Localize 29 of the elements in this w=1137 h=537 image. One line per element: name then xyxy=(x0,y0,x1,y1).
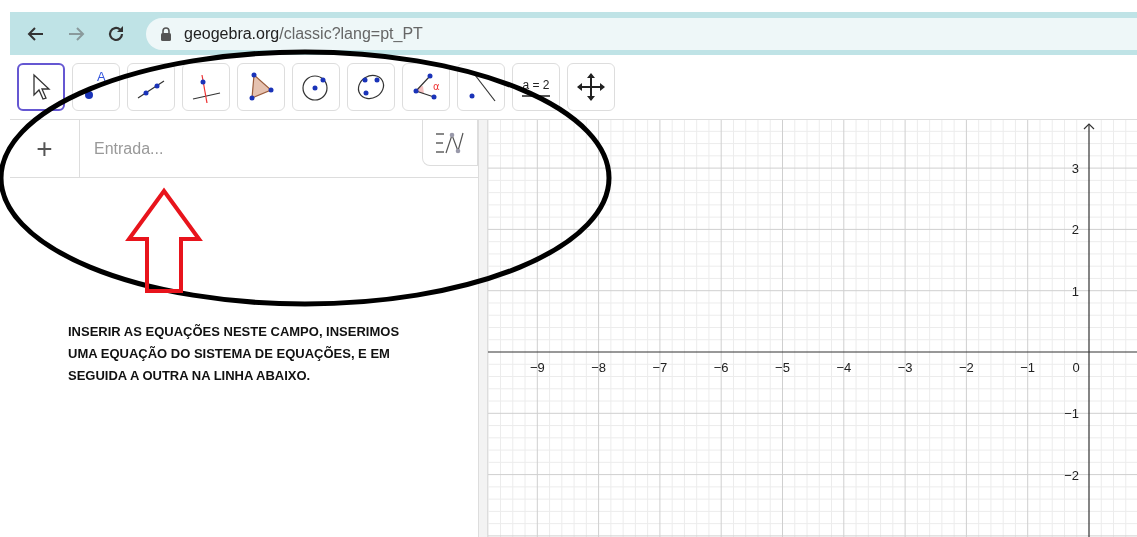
url-text: geogebra.org/classic?lang=pt_PT xyxy=(184,24,423,43)
lock-icon xyxy=(160,26,172,41)
y-tick-label: 2 xyxy=(1071,222,1079,238)
algebra-menu-button[interactable] xyxy=(422,120,478,166)
x-tick-label: −4 xyxy=(836,360,852,375)
origin-label: 0 xyxy=(1072,360,1080,375)
y-tick-label: 1 xyxy=(1071,283,1079,299)
x-tick-label: −3 xyxy=(897,360,913,375)
y-tick-label: −2 xyxy=(1064,467,1079,483)
address-bar[interactable]: geogebra.org/classic?lang=pt_PT xyxy=(146,17,1137,50)
y-tick-label: 3 xyxy=(1071,161,1079,177)
x-tick-label: −9 xyxy=(529,360,545,375)
circle-tool-button[interactable] xyxy=(292,63,340,111)
pan-tool-button[interactable] xyxy=(567,63,615,111)
input-field[interactable]: Entrada... xyxy=(80,120,422,177)
x-tick-label: −5 xyxy=(775,360,790,375)
move-arrows-icon xyxy=(575,71,607,103)
conic-tool-button[interactable] xyxy=(347,63,395,111)
angle-tool-button[interactable]: α xyxy=(402,63,450,111)
y-tick-label: −1 xyxy=(1064,406,1079,422)
x-tick-label: −2 xyxy=(959,360,974,375)
x-tick-label: −8 xyxy=(591,360,606,375)
x-tick-label: −1 xyxy=(1020,360,1036,375)
instruction-text: INSERIR AS EQUAÇÕES NESTE CAMPO, INSERIMOS UMA EQUAÇÃO DO SISTEMA DE EQUAÇÕES, E EM SEGUIDA A OUTRA NA LINHA ABAIXO. xyxy=(68,323,401,385)
x-tick-label: −6 xyxy=(713,360,729,375)
polygon-tool-button[interactable] xyxy=(237,63,285,111)
move-tool-button[interactable] xyxy=(17,63,65,111)
x-tick-label: −7 xyxy=(652,360,668,375)
perpendicular-tool-button[interactable] xyxy=(182,63,230,111)
